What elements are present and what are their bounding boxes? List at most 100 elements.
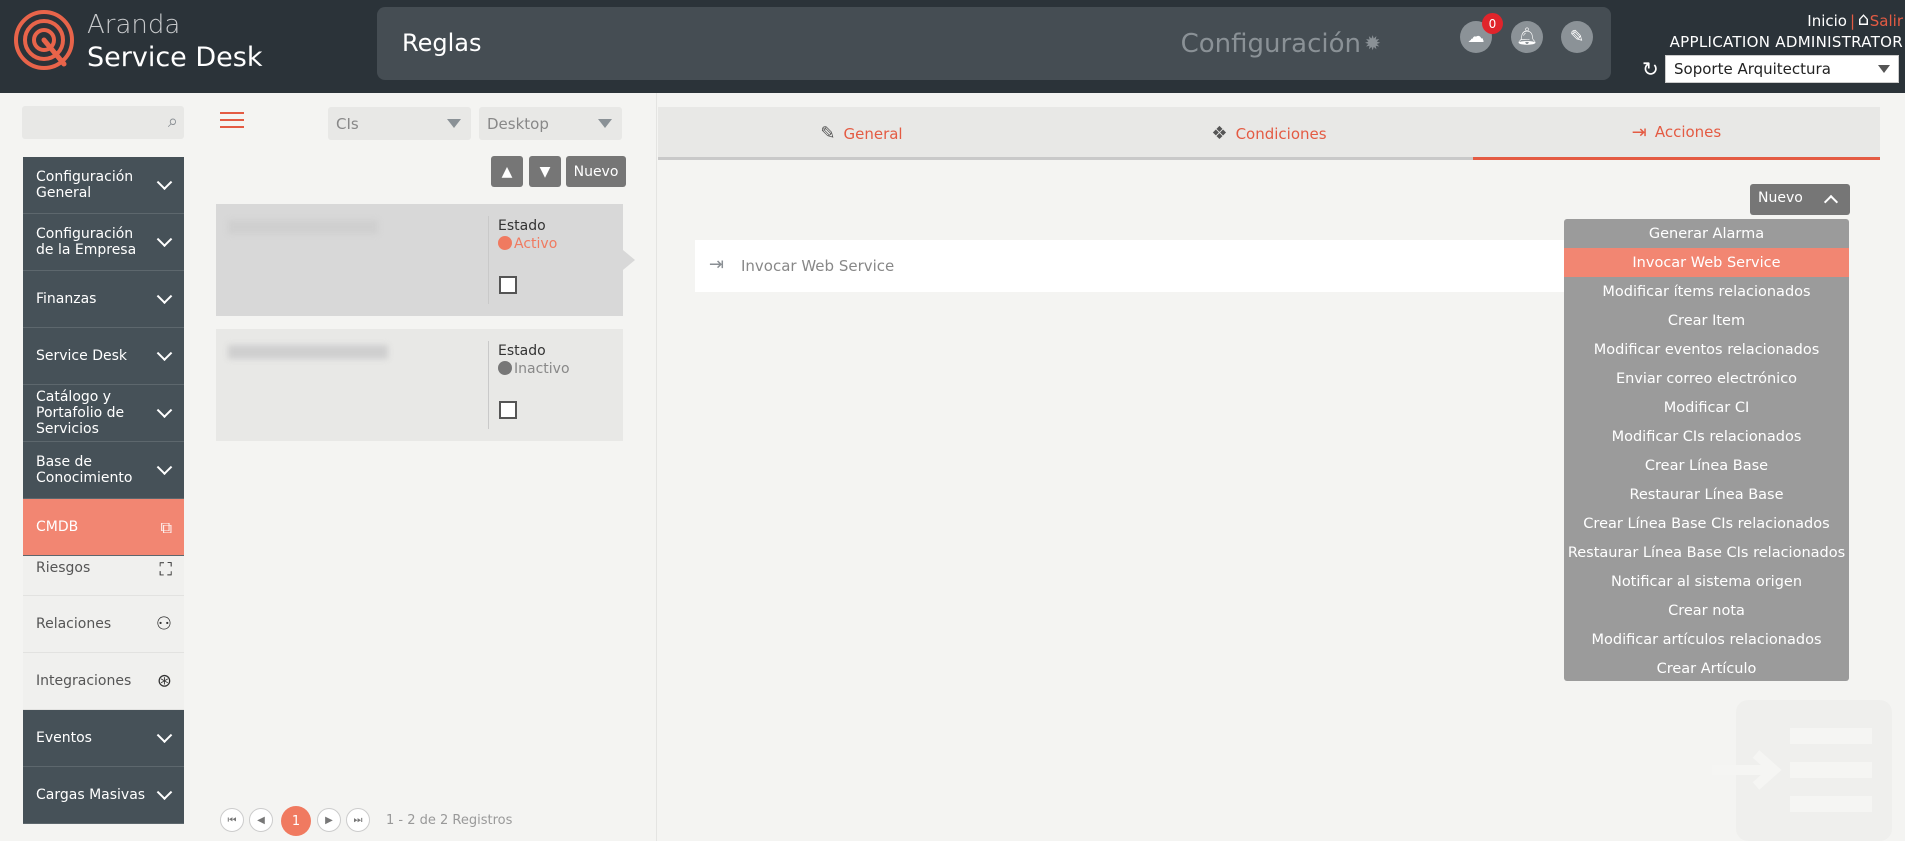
new-action-dropdown: Generar Alarma Invocar Web Service Modif… (1564, 219, 1849, 681)
rule-name-blurred (228, 220, 378, 234)
tab-label: General (843, 124, 903, 143)
user-name: APPLICATION ADMINISTRATOR (1669, 33, 1903, 51)
sidebar-item-service-desk[interactable]: Service Desk (23, 328, 184, 385)
filter-subtype-value: Desktop (487, 115, 549, 133)
chevron-down-icon (156, 459, 173, 476)
current-page[interactable]: 1 (281, 806, 311, 836)
panel-divider (656, 93, 657, 841)
dropdown-item[interactable]: Restaurar Línea Base CIs relacionados (1564, 538, 1849, 567)
refresh-icon[interactable]: ↻ (1642, 57, 1659, 81)
sidebar-item-cmdb[interactable]: CMDB ⧉ (23, 499, 184, 556)
dropdown-item[interactable]: Notificar al sistema origen (1564, 567, 1849, 596)
sidebar-item-label: Configuración de la Empresa (36, 226, 137, 258)
dropdown-item[interactable]: Modificar CI (1564, 393, 1849, 422)
sidebar-item-label: Service Desk (36, 348, 127, 364)
sidebar-item-label: Configuración General (36, 169, 134, 201)
sidebar-item-finanzas[interactable]: Finanzas (23, 271, 184, 328)
chevron-down-icon (156, 288, 173, 305)
rule-checkbox[interactable] (499, 401, 517, 419)
rule-checkbox[interactable] (499, 276, 517, 294)
sidebar-item-catalogo[interactable]: Catálogo y Portafolio de Servicios (23, 385, 184, 442)
dropdown-item[interactable]: Generar Alarma (1564, 219, 1849, 248)
integration-icon: ⊛ (156, 670, 172, 692)
new-action-button[interactable]: Nuevo (1750, 184, 1850, 215)
new-action-label: Nuevo (1758, 190, 1803, 206)
gear-icon[interactable]: ✹ (1364, 31, 1381, 55)
dropdown-item[interactable]: Crear nota (1564, 596, 1849, 625)
dropdown-item[interactable]: Invocar Web Service (1564, 248, 1849, 277)
chevron-down-icon (156, 345, 173, 362)
move-up-button[interactable]: ▲ (491, 156, 523, 187)
bell-icon[interactable]: 🔔︎ (1511, 21, 1543, 53)
tab-condiciones[interactable]: ❖ Condiciones (1065, 107, 1473, 160)
notification-badge: 0 (1482, 13, 1503, 34)
chevron-up-icon (1823, 194, 1839, 210)
page-title: Reglas (402, 29, 482, 57)
dropdown-item[interactable]: Modificar artículos relacionados (1564, 625, 1849, 654)
sidebar-subitem-riesgos[interactable]: Riesgos ⛶ (23, 556, 184, 596)
estado-label: Estado (498, 343, 546, 359)
tab-label: Condiciones (1235, 124, 1327, 143)
dropdown-item[interactable]: Crear Artículo (1564, 654, 1849, 683)
brand-name: Aranda (87, 10, 181, 40)
user-area: Inicio ⌂ | Salir APPLICATION ADMINISTRAT… (1625, 0, 1905, 93)
action-row-label: Invocar Web Service (741, 257, 895, 275)
sidebar-item-cargas-masivas[interactable]: Cargas Masivas (23, 767, 184, 824)
dropdown-item[interactable]: Enviar correo electrónico (1564, 364, 1849, 393)
dropdown-item[interactable]: Restaurar Línea Base (1564, 480, 1849, 509)
dropdown-item[interactable]: Modificar eventos relacionados (1564, 335, 1849, 364)
home-icon[interactable]: ⌂ (1858, 9, 1869, 30)
inicio-link[interactable]: Inicio (1807, 12, 1847, 30)
tab-label: Acciones (1654, 123, 1722, 141)
sidebar-item-base-conocimiento[interactable]: Base de Conocimiento (23, 442, 184, 499)
sidebar-menu: Configuración General Configuración de l… (23, 157, 184, 824)
chevron-down-icon (156, 174, 173, 191)
rule-name-blurred (228, 345, 388, 359)
hamburger-menu-icon[interactable] (220, 112, 244, 128)
rule-card[interactable]: Estado Activo (216, 204, 623, 316)
project-select-value: Soporte Arquitectura (1674, 60, 1831, 78)
divider (488, 216, 489, 304)
dropdown-item[interactable]: Modificar ítems relacionados (1564, 277, 1849, 306)
sidebar-item-label: Base de Conocimiento (36, 454, 133, 486)
pager-summary: 1 - 2 de 2 Registros (386, 813, 513, 828)
tab-acciones[interactable]: ⇥ Acciones (1473, 107, 1880, 160)
search-icon[interactable]: ⌕ (168, 111, 178, 132)
dropdown-item[interactable]: Crear Item (1564, 306, 1849, 335)
action-row[interactable]: ⇥ Invocar Web Service (695, 240, 1565, 292)
last-page-icon[interactable]: ⏭ (346, 808, 370, 832)
filter-subtype-select[interactable]: Desktop (479, 107, 622, 140)
sidebar-search-input[interactable]: ⌕ (22, 106, 184, 139)
selection-pointer-icon (623, 250, 635, 270)
move-down-button[interactable]: ▼ (529, 156, 561, 187)
sidebar-subitem-relaciones[interactable]: Relaciones ⚇ (23, 596, 184, 653)
magic-wand-icon[interactable]: ✎ (1561, 21, 1593, 53)
barrier-icon: ⛶ (159, 559, 172, 581)
status-text: Activo (498, 236, 557, 252)
dropdown-item[interactable]: Crear Línea Base (1564, 451, 1849, 480)
filter-type-select[interactable]: CIs (328, 107, 471, 140)
sidebar-subitem-integraciones[interactable]: Integraciones ⊛ (23, 653, 184, 710)
config-label[interactable]: Configuración (1181, 29, 1361, 59)
sidebar-item-configuracion-empresa[interactable]: Configuración de la Empresa (23, 214, 184, 271)
sidebar-item-eventos[interactable]: Eventos (23, 710, 184, 767)
relations-icon: ⚇ (155, 613, 172, 635)
rule-card[interactable]: Estado Inactivo (216, 329, 623, 441)
prev-page-icon[interactable]: ◀ (249, 808, 273, 832)
divider (488, 341, 489, 429)
separator: | (1849, 12, 1855, 30)
next-page-icon[interactable]: ▶ (317, 808, 341, 832)
first-page-icon[interactable]: ⏮ (220, 808, 244, 832)
new-rule-button[interactable]: Nuevo (566, 156, 626, 187)
status-value: Activo (514, 236, 558, 252)
detail-tabs: ✎ General ❖ Condiciones ⇥ Acciones (658, 107, 1880, 160)
dropdown-item[interactable]: Modificar CIs relacionados (1564, 422, 1849, 451)
sidebar-item-configuracion-general[interactable]: Configuración General (23, 157, 184, 214)
top-header: Aranda Service Desk Reglas Configuración… (0, 0, 1905, 93)
project-select[interactable]: Soporte Arquitectura (1665, 55, 1899, 83)
chevron-down-icon (156, 727, 173, 744)
salir-link[interactable]: Salir (1870, 12, 1903, 30)
tab-general[interactable]: ✎ General (658, 107, 1065, 160)
sidebar-item-label: Eventos (36, 730, 92, 746)
dropdown-item[interactable]: Crear Línea Base CIs relacionados (1564, 509, 1849, 538)
